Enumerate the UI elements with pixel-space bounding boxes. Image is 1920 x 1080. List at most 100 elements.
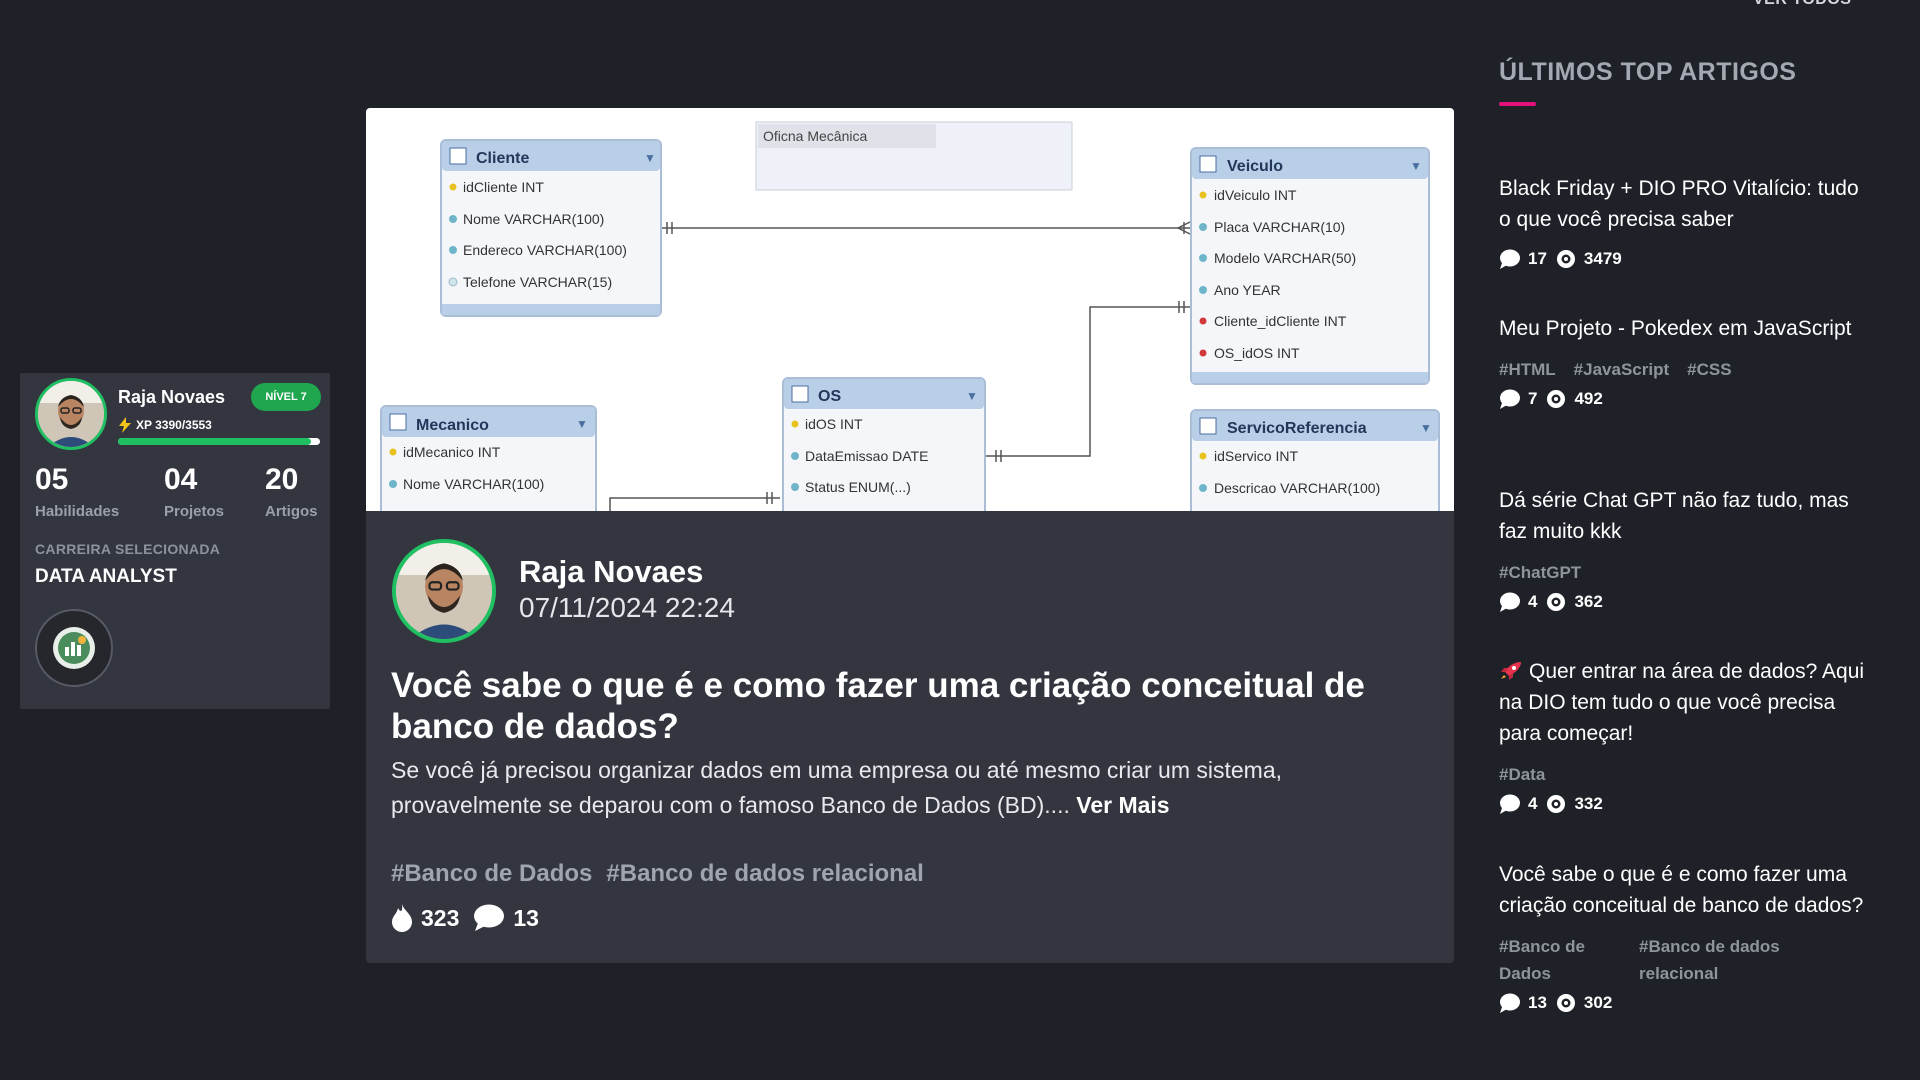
stat-label: Habilidades bbox=[35, 503, 120, 520]
ver-todos-link[interactable]: VER TODOS bbox=[1753, 0, 1851, 9]
tag[interactable]: #Banco de dados relacional bbox=[1639, 933, 1809, 987]
xp-progress-bar bbox=[118, 438, 320, 445]
like-button[interactable]: 323 bbox=[391, 904, 459, 932]
table-name: Cliente bbox=[476, 150, 529, 167]
tag[interactable]: #JavaScript bbox=[1574, 356, 1669, 383]
author-avatar[interactable] bbox=[392, 539, 496, 643]
views-count: 492 bbox=[1574, 389, 1603, 408]
top-article-item[interactable]: Meu Projeto - Pokedex em JavaScript #HTM… bbox=[1499, 313, 1869, 409]
top-article-item[interactable]: Você sabe o que é e como fazer uma criaç… bbox=[1499, 859, 1869, 1013]
stat-artigos[interactable]: 20 Artigos bbox=[265, 463, 318, 520]
table-field: idOS INT bbox=[805, 416, 863, 432]
top-article-item[interactable]: Dá série Chat GPT não faz tudo, mas faz … bbox=[1499, 485, 1869, 612]
comment-stat: 4 bbox=[1499, 794, 1537, 814]
article-card[interactable]: Oficna Mecânica Cliente ▼ idCliente INT bbox=[366, 108, 1454, 963]
stat-value: 20 bbox=[265, 463, 299, 496]
stat-habilidades[interactable]: 05 Habilidades bbox=[35, 463, 119, 520]
profile-card: Raja Novaes NÍVEL 7 XP 3390/3553 05 Habi… bbox=[20, 373, 330, 709]
table-field: Cliente_idCliente INT bbox=[1214, 313, 1347, 329]
chart-badge-icon bbox=[53, 627, 95, 669]
top-article-metrics: 7 492 bbox=[1499, 389, 1869, 409]
tag[interactable]: #Data bbox=[1499, 761, 1545, 788]
tag[interactable]: #ChatGPT bbox=[1499, 559, 1581, 586]
tag[interactable]: #Banco de Dados bbox=[1499, 933, 1595, 987]
er-diagram-image: Oficna Mecânica Cliente ▼ idCliente INT bbox=[366, 108, 1454, 527]
table-field: idVeiculo INT bbox=[1214, 187, 1297, 203]
table-field: DataEmissao DATE bbox=[805, 448, 928, 464]
comment-bubble-icon bbox=[1500, 993, 1520, 1013]
post-date: 07/11/2024 22:24 bbox=[519, 592, 735, 623]
career-value: DATA ANALYST bbox=[35, 566, 177, 587]
post-title[interactable]: Você sabe o que é e como fazer uma criaç… bbox=[391, 665, 1431, 747]
post-tag[interactable]: #Banco de Dados bbox=[391, 860, 592, 888]
views-count: 332 bbox=[1574, 794, 1603, 813]
table-field: Modelo VARCHAR(50) bbox=[1214, 250, 1356, 266]
top-article-tags: #Data bbox=[1499, 761, 1869, 788]
views-stat: 332 bbox=[1545, 794, 1603, 814]
xp-text: XP 3390/3553 bbox=[136, 418, 212, 432]
comment-count: 13 bbox=[513, 904, 539, 931]
eye-icon bbox=[1547, 390, 1566, 408]
sidebar-title: ÚLTIMOS TOP ARTIGOS bbox=[1499, 58, 1797, 86]
career-label: CARREIRA SELECIONADA bbox=[35, 541, 221, 557]
post-tags: #Banco de Dados #Banco de dados relacion… bbox=[391, 860, 924, 888]
svg-text:▼: ▼ bbox=[576, 417, 588, 431]
top-article-item[interactable]: Quer entrar na área de dados? Aqui na DI… bbox=[1499, 656, 1869, 814]
top-article-title[interactable]: Quer entrar na área de dados? Aqui na DI… bbox=[1499, 656, 1869, 749]
avatar[interactable] bbox=[35, 378, 107, 450]
tag[interactable]: #HTML bbox=[1499, 356, 1556, 383]
top-article-title[interactable]: Você sabe o que é e como fazer uma criaç… bbox=[1499, 859, 1869, 921]
top-article-item[interactable]: Black Friday + DIO PRO Vitalício: tudo o… bbox=[1499, 173, 1869, 269]
eye-icon bbox=[1556, 250, 1575, 268]
views-count: 302 bbox=[1583, 993, 1613, 1012]
top-article-metrics: 4 362 bbox=[1499, 592, 1869, 612]
svg-text:▼: ▼ bbox=[1420, 421, 1432, 435]
table-field: Telefone VARCHAR(15) bbox=[463, 274, 612, 290]
views-stat: 492 bbox=[1545, 389, 1603, 409]
stat-label: Artigos bbox=[265, 503, 318, 520]
views-count: 362 bbox=[1574, 592, 1603, 611]
views-stat: 302 bbox=[1555, 993, 1612, 1013]
comment-stat: 17 bbox=[1499, 249, 1547, 269]
top-article-tags: #ChatGPT bbox=[1499, 559, 1869, 586]
comment-bubble-icon bbox=[1500, 592, 1520, 612]
ver-mais-link[interactable]: Ver Mais bbox=[1076, 792, 1169, 818]
comment-stat: 7 bbox=[1499, 389, 1537, 409]
views-stat: 362 bbox=[1545, 592, 1603, 612]
comment-bubble-icon bbox=[1500, 794, 1520, 814]
top-article-metrics: 17 3479 bbox=[1499, 249, 1869, 269]
table-field: idCliente INT bbox=[463, 179, 544, 195]
table-name: Mecanico bbox=[416, 417, 489, 434]
table-name: OS bbox=[818, 388, 841, 405]
top-article-title[interactable]: Black Friday + DIO PRO Vitalício: tudo o… bbox=[1499, 173, 1869, 235]
table-field: Ano YEAR bbox=[1214, 282, 1281, 298]
author-name[interactable]: Raja Novaes bbox=[519, 554, 703, 590]
table-field: Status ENUM(...) bbox=[805, 479, 911, 495]
career-badge[interactable] bbox=[35, 609, 113, 687]
top-article-title[interactable]: Dá série Chat GPT não faz tudo, mas faz … bbox=[1499, 485, 1869, 547]
person-photo-icon bbox=[38, 381, 104, 447]
top-article-tags: #Banco de Dados #Banco de dados relacion… bbox=[1499, 933, 1869, 987]
top-article-title[interactable]: Meu Projeto - Pokedex em JavaScript bbox=[1499, 313, 1869, 344]
comment-count: 17 bbox=[1528, 249, 1547, 268]
flame-icon bbox=[392, 904, 412, 932]
comment-stat: 4 bbox=[1499, 592, 1537, 612]
svg-text:▼: ▼ bbox=[644, 151, 656, 165]
profile-name[interactable]: Raja Novaes bbox=[118, 387, 225, 408]
eye-icon bbox=[1547, 795, 1566, 813]
top-article-metrics: 4 332 bbox=[1499, 794, 1869, 814]
tag[interactable]: #CSS bbox=[1687, 356, 1731, 383]
eye-icon bbox=[1547, 593, 1566, 611]
stat-projetos[interactable]: 04 Projetos bbox=[164, 463, 224, 520]
svg-text:▼: ▼ bbox=[1410, 159, 1422, 173]
post-tag[interactable]: #Banco de dados relacional bbox=[606, 860, 923, 888]
comment-bubble-icon bbox=[1500, 389, 1520, 409]
table-field: Descricao VARCHAR(100) bbox=[1214, 480, 1380, 496]
lightning-bolt-icon bbox=[119, 417, 131, 433]
svg-text:▼: ▼ bbox=[966, 389, 978, 403]
table-name: Veiculo bbox=[1227, 158, 1283, 175]
comment-count: 4 bbox=[1528, 794, 1538, 813]
table-field: Placa VARCHAR(10) bbox=[1214, 219, 1345, 235]
table-field: Nome VARCHAR(100) bbox=[463, 211, 604, 227]
comment-button[interactable]: 13 bbox=[473, 904, 539, 932]
